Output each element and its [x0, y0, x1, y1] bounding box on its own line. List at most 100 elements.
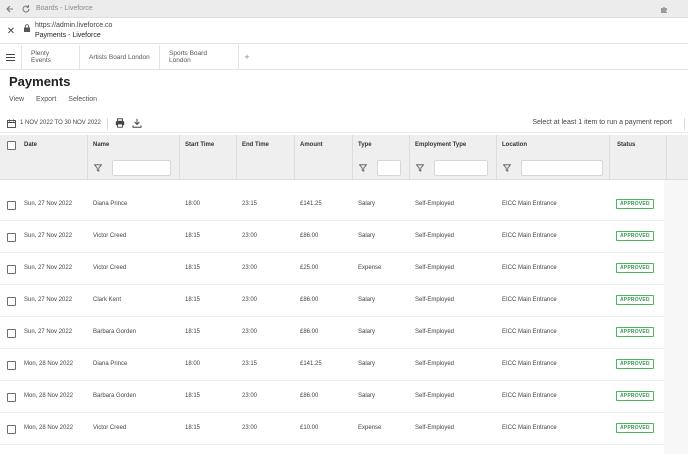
cell-start-time: 18:15 [185, 297, 201, 303]
address-bar: ✕ https://admin.liveforce.co Payments - … [0, 18, 688, 44]
location-filter-funnel-icon[interactable] [502, 164, 512, 172]
add-tab-plus-icon[interactable]: + [239, 45, 255, 69]
table-row[interactable]: Sun, 27 Nov 2022 Clark Kent 18:15 23:00 £86.… [0, 285, 664, 317]
employment-filter-funnel-icon[interactable] [415, 164, 425, 172]
cell-location: EICC Main Entrance [502, 201, 557, 207]
name-filter-funnel-icon[interactable] [93, 164, 103, 172]
select-all-checkbox[interactable] [7, 141, 16, 150]
board-tabs: Plenty Events Artists Board London Sport… [0, 45, 688, 70]
cell-employment-type: Self-Employed [415, 329, 455, 335]
cell-date: Sun, 27 Nov 2022 [24, 233, 73, 239]
cell-location: EICC Main Entrance [502, 393, 557, 399]
tab-plenty-events[interactable]: Plenty Events [22, 45, 80, 69]
cell-employment-type: Self-Employed [415, 297, 455, 303]
url-text[interactable]: https://admin.liveforce.co [35, 22, 112, 29]
row-checkbox[interactable] [7, 265, 16, 274]
page-title-text: Payments - Liveforce [35, 32, 101, 39]
cell-amount: £86.00 [300, 329, 319, 335]
cell-type: Salary [358, 361, 376, 367]
tab-artists-board-london[interactable]: Artists Board London [80, 45, 160, 69]
close-icon[interactable]: ✕ [5, 25, 17, 37]
cell-amount: £141.25 [300, 361, 322, 367]
column-divider [666, 135, 667, 180]
cell-amount: £25.00 [300, 265, 319, 271]
cell-end-time: 23:00 [242, 297, 258, 303]
table-row[interactable]: Mon, 28 Nov 2022 Diana Prince 18:00 23:15 £1… [0, 349, 664, 381]
cell-employment-type: Self-Employed [415, 265, 455, 271]
table-row[interactable]: Sun, 27 Nov 2022 Diana Prince 18:00 23:15 £1… [0, 189, 664, 221]
column-divider [294, 135, 295, 180]
row-checkbox[interactable] [7, 393, 16, 402]
hamburger-menu-icon[interactable] [0, 45, 22, 69]
table-row[interactable]: Sun, 27 Nov 2022 Victor Creed 18:15 23:00 £8… [0, 221, 664, 253]
cell-end-time: 23:15 [242, 201, 258, 207]
column-divider [352, 135, 353, 180]
cell-location: EICC Main Entrance [502, 233, 557, 239]
cell-employment-type: Self-Employed [415, 233, 455, 239]
download-icon[interactable] [132, 118, 142, 128]
cell-end-time: 23:15 [242, 361, 258, 367]
page-title: Payments [9, 74, 71, 89]
column-name[interactable]: Name [93, 142, 109, 148]
column-status[interactable]: Status [617, 142, 635, 148]
cell-name: Victor Creed [93, 265, 127, 271]
back-arrow-icon[interactable] [3, 2, 17, 16]
column-employment-type[interactable]: Employment Type [415, 142, 466, 148]
table-row[interactable]: Sun, 27 Nov 2022 Barbara Gorden 18:15 23:00… [0, 317, 664, 349]
cell-end-time: 23:00 [242, 425, 258, 431]
table-row[interactable]: Mon, 28 Nov 2022 Victor Creed 18:15 23:00 £1… [0, 413, 664, 445]
puzzle-icon[interactable] [658, 2, 672, 16]
toolbar-divider-right [684, 118, 685, 130]
cell-end-time: 23:00 [242, 233, 258, 239]
cell-location: EICC Main Entrance [502, 329, 557, 335]
column-end-time[interactable]: End Time [242, 142, 269, 148]
calendar-icon[interactable] [7, 119, 16, 128]
row-checkbox[interactable] [7, 329, 16, 338]
cell-start-time: 18:15 [185, 233, 201, 239]
type-filter-funnel-icon[interactable] [358, 164, 368, 172]
row-checkbox[interactable] [7, 233, 16, 242]
table-row[interactable]: Sun, 27 Nov 2022 Victor Creed 18:15 23:00 £2… [0, 253, 664, 285]
table-right-gutter [664, 180, 688, 454]
cell-name: Victor Creed [93, 233, 127, 239]
reload-icon[interactable] [19, 2, 33, 16]
lock-icon [23, 24, 31, 32]
row-checkbox[interactable] [7, 425, 16, 434]
cell-employment-type: Self-Employed [415, 201, 455, 207]
column-divider [87, 135, 88, 180]
export-menu[interactable]: Export [36, 96, 56, 103]
cell-name: Barbara Gorden [93, 329, 137, 335]
cell-type: Salary [358, 393, 376, 399]
cell-start-time: 18:15 [185, 265, 201, 271]
column-amount[interactable]: Amount [300, 142, 323, 148]
cell-date: Sun, 27 Nov 2022 [24, 297, 73, 303]
printer-icon[interactable] [115, 118, 125, 128]
row-checkbox[interactable] [7, 361, 16, 370]
cell-name: Diana Prince [93, 361, 128, 367]
row-checkbox[interactable] [7, 297, 16, 306]
location-filter-input[interactable] [521, 160, 603, 176]
tab-sports-board-london[interactable]: Sports Board London [160, 45, 239, 69]
cell-amount: £10.00 [300, 425, 319, 431]
date-range[interactable]: 1 NOV 2022 TO 30 NOV 2022 [20, 120, 101, 126]
cell-end-time: 23:00 [242, 393, 258, 399]
selection-menu[interactable]: Selection [68, 96, 97, 103]
cell-name: Clark Kent [93, 297, 122, 303]
payment-report-hint: Select at least 1 item to run a payment … [532, 119, 672, 126]
table-header: Date Name Start Time End Time Amount Typ… [0, 135, 688, 156]
column-start-time[interactable]: Start Time [185, 142, 214, 148]
employment-filter-input[interactable] [434, 160, 488, 176]
cell-start-time: 18:15 [185, 393, 201, 399]
view-menu[interactable]: View [9, 96, 24, 103]
row-checkbox[interactable] [7, 201, 16, 210]
table-row[interactable]: Mon, 28 Nov 2022 Barbara Gorden 18:15 23:00… [0, 381, 664, 413]
column-divider [496, 135, 497, 180]
name-filter-input[interactable] [112, 160, 171, 176]
column-location[interactable]: Location [502, 142, 527, 148]
column-date[interactable]: Date [24, 142, 37, 148]
column-type[interactable]: Type [358, 142, 372, 148]
cell-date: Mon, 28 Nov 2022 [24, 393, 74, 399]
toolbar-divider [107, 118, 108, 130]
type-filter-input[interactable] [377, 160, 401, 176]
cell-name: Victor Creed [93, 425, 127, 431]
